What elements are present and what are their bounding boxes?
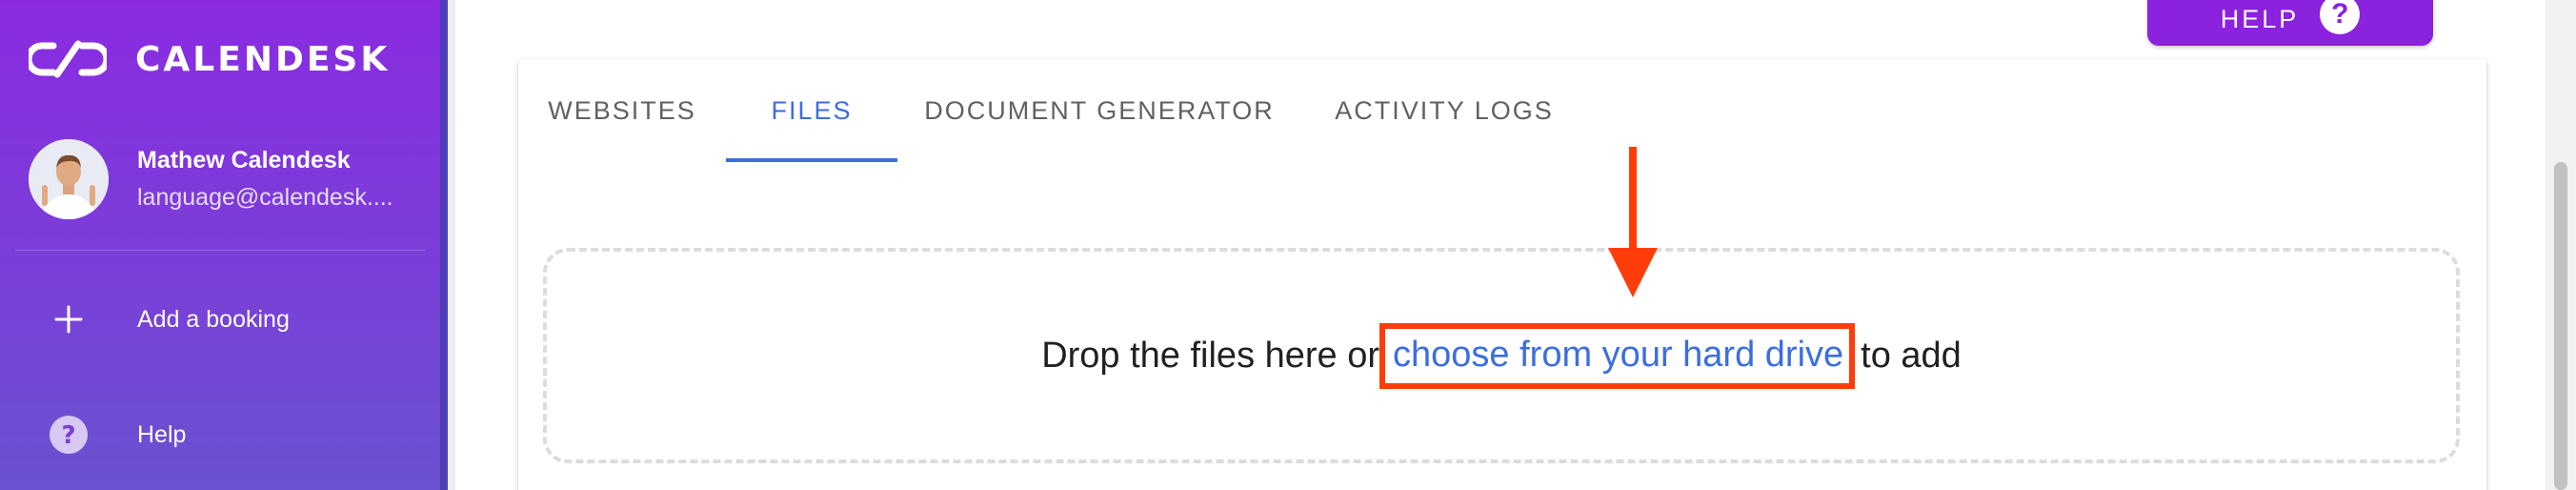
tab-bar: WEBSITES FILES DOCUMENT GENERATOR ACTIVI… — [518, 59, 1587, 162]
tab-activity-logs[interactable]: ACTIVITY LOGS — [1301, 59, 1587, 162]
choose-file-link[interactable]: choose from your hard drive — [1379, 322, 1856, 389]
help-circle-icon: ? — [48, 414, 90, 456]
sidebar-border — [440, 0, 448, 490]
profile-name: Mathew Calendesk — [137, 147, 351, 174]
profile-email: language@calendesk.... — [137, 184, 393, 211]
tab-files[interactable]: FILES — [726, 59, 897, 162]
tab-document-generator[interactable]: DOCUMENT GENERATOR — [897, 59, 1301, 162]
sidebar-item-label: Help — [137, 420, 187, 448]
dropzone-text-before: Drop the files here or — [1041, 335, 1380, 376]
sidebar-item-label: Add a booking — [137, 305, 290, 333]
calendesk-logo-icon — [29, 40, 107, 78]
brand-name: CALENDESK — [135, 39, 391, 79]
svg-text:?: ? — [61, 421, 75, 450]
scrollbar-thumb[interactable] — [2554, 162, 2567, 490]
tab-label: ACTIVITY LOGS — [1335, 95, 1554, 125]
file-dropzone[interactable]: Drop the files here or choose from your … — [543, 248, 2460, 463]
sidebar: CALENDESK Mathew Calendesk language@cale… — [0, 0, 440, 490]
tab-label: FILES — [771, 95, 853, 125]
tab-websites[interactable]: WEBSITES — [518, 59, 726, 162]
sidebar-item-help[interactable]: ? Help — [0, 401, 440, 468]
help-button[interactable]: HELP ? — [2147, 0, 2433, 46]
tab-label: DOCUMENT GENERATOR — [924, 95, 1275, 125]
dropzone-text-after: to add — [1861, 335, 1962, 376]
profile-text: Mathew Calendesk language@calendesk.... — [137, 147, 393, 212]
avatar — [29, 139, 109, 219]
plus-icon — [48, 298, 90, 340]
brand[interactable]: CALENDESK — [29, 36, 390, 82]
help-button-label: HELP — [2220, 5, 2300, 33]
sidebar-divider — [15, 250, 425, 251]
sidebar-gutter — [448, 0, 455, 490]
dropzone-text: Drop the files here or choose from your … — [1041, 322, 1962, 389]
sidebar-item-add-booking[interactable]: Add a booking — [0, 286, 440, 353]
files-card: WEBSITES FILES DOCUMENT GENERATOR ACTIVI… — [518, 59, 2486, 490]
tab-label: WEBSITES — [548, 95, 696, 125]
question-mark-icon: ? — [2320, 0, 2361, 34]
down-arrow-annotation-icon — [1608, 147, 1658, 297]
user-profile[interactable]: Mathew Calendesk language@calendesk.... — [29, 139, 393, 219]
user-avatar-icon — [29, 139, 109, 219]
